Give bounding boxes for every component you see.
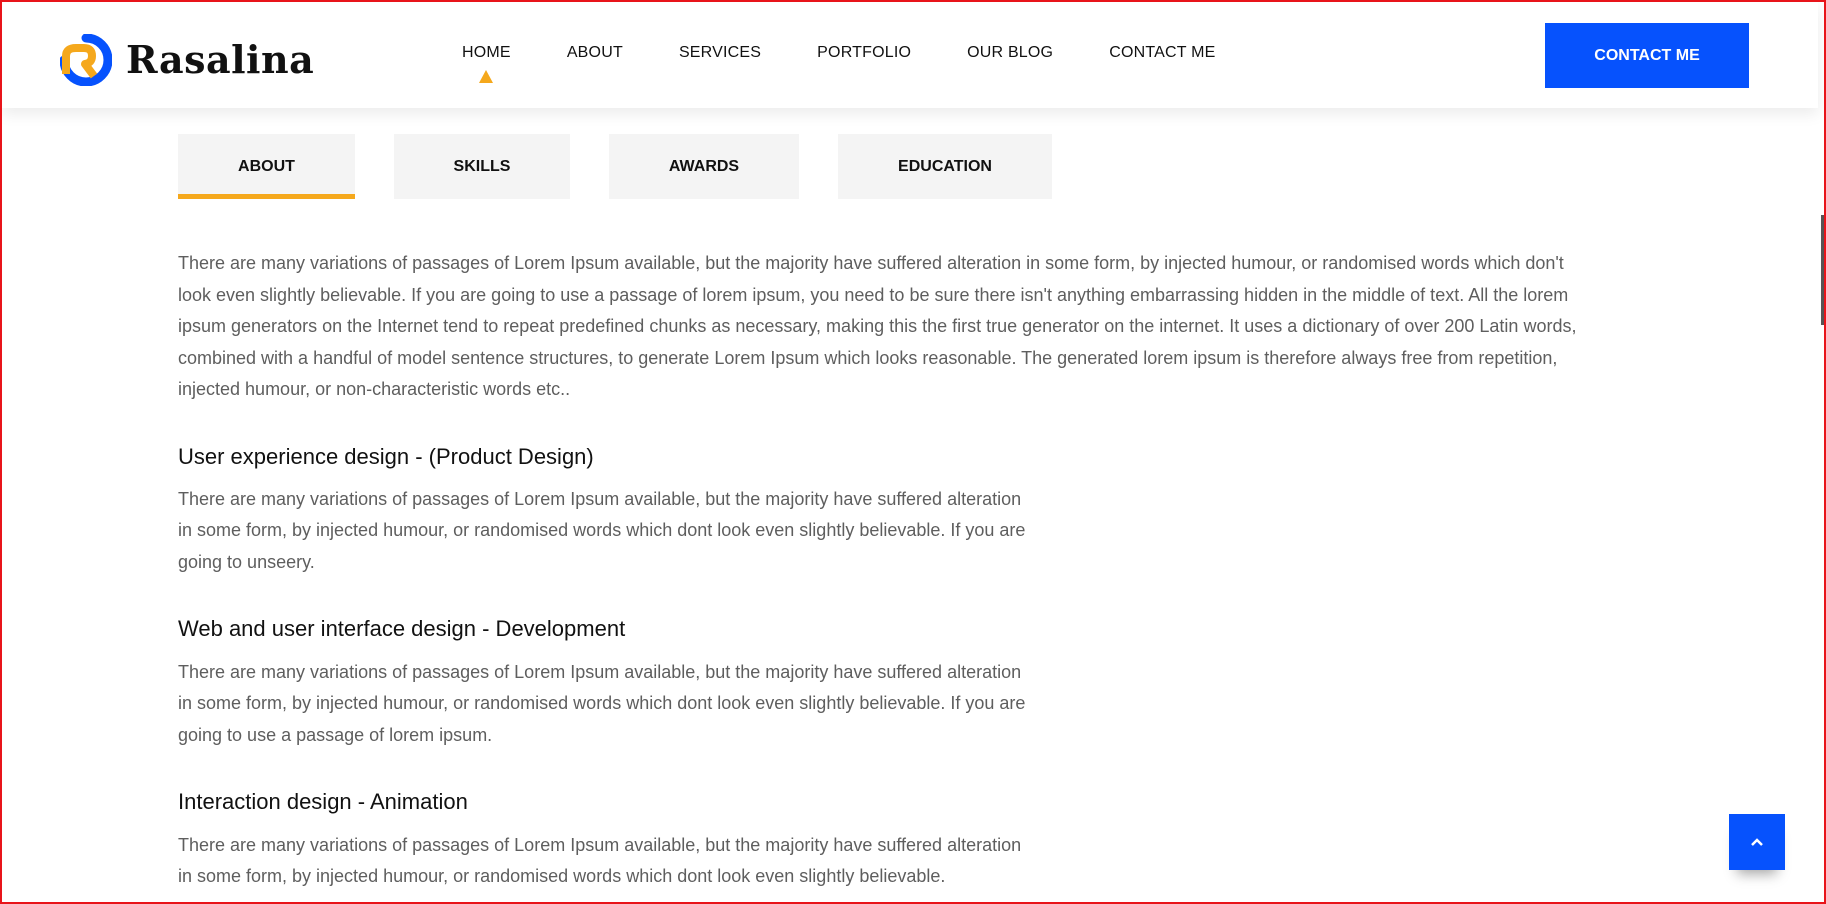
nav-item-home[interactable]: HOME <box>462 44 511 83</box>
content-section: Web and user interface design - Developm… <box>178 616 1588 751</box>
site-header: Rasalina HOME ABOUT SERVICES PORTFOLIO O… <box>2 2 1818 108</box>
nav-item-our-blog[interactable]: OUR BLOG <box>967 44 1053 62</box>
brand-name: Rasalina <box>126 37 315 82</box>
content-section: Interaction design - Animation There are… <box>178 789 1588 892</box>
nav-item-about[interactable]: ABOUT <box>567 44 623 62</box>
back-to-top-button[interactable] <box>1729 814 1785 870</box>
nav-item-services[interactable]: SERVICES <box>679 44 761 62</box>
about-intro-text: There are many variations of passages of… <box>178 253 1577 399</box>
content-section: User experience design - (Product Design… <box>178 444 1588 579</box>
section-text: There are many variations of passages of… <box>178 488 1026 572</box>
tab-skills[interactable]: SKILLS <box>394 134 570 199</box>
section-title: Web and user interface design - Developm… <box>178 616 626 642</box>
section-title: Interaction design - Animation <box>178 789 468 815</box>
nav-item-label: PORTFOLIO <box>817 44 912 61</box>
tab-label: ABOUT <box>238 157 295 175</box>
tab-label: SKILLS <box>453 157 511 175</box>
tab-content: There are many variations of passages of… <box>178 248 1588 893</box>
tab-awards[interactable]: AWARDS <box>609 134 799 199</box>
nav-item-label: ABOUT <box>566 44 623 61</box>
main-nav: HOME ABOUT SERVICES PORTFOLIO OUR BLOG C… <box>462 44 1272 83</box>
nav-item-label: SERVICES <box>678 44 762 61</box>
chevron-up-icon <box>1751 838 1763 846</box>
about-tabs: ABOUT SKILLS AWARDS EDUCATION <box>178 134 1091 199</box>
rasalina-logo-icon <box>60 34 112 86</box>
contact-me-button[interactable]: CONTACT ME <box>1545 23 1749 88</box>
nav-item-label: OUR BLOG <box>967 44 1054 61</box>
nav-item-label: CONTACT ME <box>1109 44 1216 61</box>
tab-label: EDUCATION <box>898 157 992 175</box>
tab-label: AWARDS <box>668 157 740 175</box>
tab-education[interactable]: EDUCATION <box>838 134 1052 199</box>
brand[interactable]: Rasalina <box>60 34 314 86</box>
section-title: User experience design - (Product Design… <box>178 443 594 469</box>
scrollbar-thumb[interactable] <box>1821 215 1824 325</box>
section-text: There are many variations of passages of… <box>178 661 1026 745</box>
active-arrow-icon <box>479 70 494 83</box>
tab-about[interactable]: ABOUT <box>178 134 355 199</box>
section-text: There are many variations of passages of… <box>178 834 1022 887</box>
nav-item-portfolio[interactable]: PORTFOLIO <box>817 44 911 62</box>
nav-item-label: HOME <box>462 44 511 61</box>
nav-item-contact-me[interactable]: CONTACT ME <box>1109 44 1215 62</box>
